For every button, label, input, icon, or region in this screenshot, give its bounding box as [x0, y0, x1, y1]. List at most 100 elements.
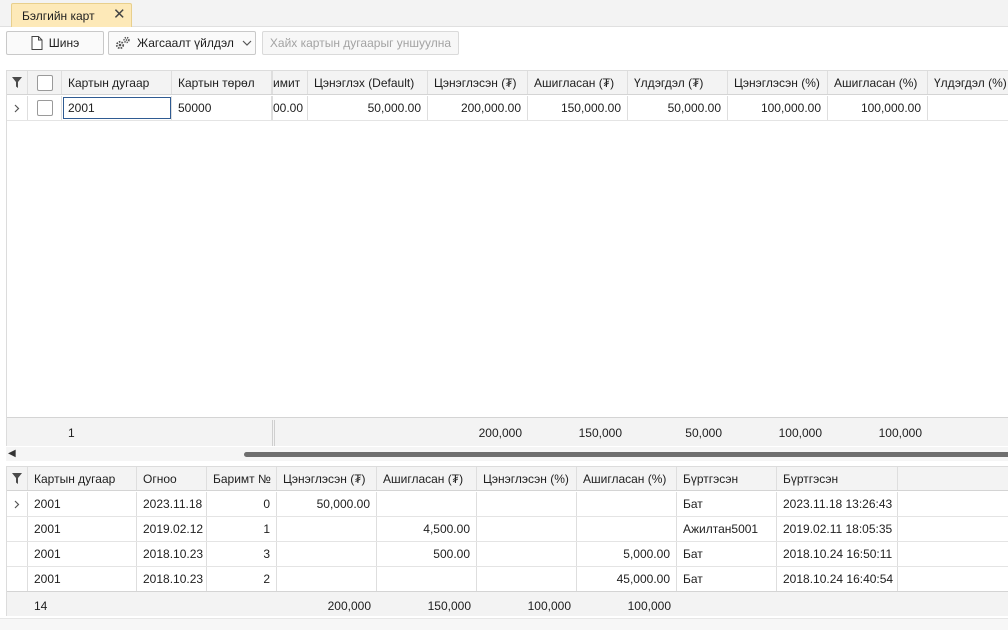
col-used-amount[interactable]: Ашигласан (₮): [528, 71, 628, 94]
gears-icon: [115, 36, 131, 50]
col-card-number[interactable]: Картын дугаар: [28, 467, 137, 490]
cell-charged-amount[interactable]: [277, 542, 377, 566]
cell-charged-pct[interactable]: [477, 542, 577, 566]
col-limit[interactable]: имит: [272, 71, 308, 94]
checkbox-box: [36, 100, 53, 116]
col-balance-amount[interactable]: Үлдэгдэл (₮): [628, 71, 728, 94]
footer-used-pct: 100,000: [878, 425, 922, 440]
cell-used-amount[interactable]: [377, 567, 477, 591]
cell-used-pct[interactable]: 5,000.00: [577, 542, 677, 566]
transactions-grid: Картын дугаар Огноо Баримт № Цэнэглэсэн …: [6, 466, 1008, 616]
cell-charged-pct[interactable]: 100,000.00: [728, 96, 828, 120]
transactions-grid-footer: 14 200,000 150,000 100,000 100,000: [7, 591, 1008, 616]
scan-placeholder: Хайх картын дугаарыг уншуулна: [269, 36, 452, 50]
cell-receipt-no[interactable]: 0: [207, 492, 277, 516]
cell-balance-amount[interactable]: 50,000.00: [628, 96, 728, 120]
col-used-pct[interactable]: Ашигласан (%): [828, 71, 928, 94]
col-used-pct[interactable]: Ашигласан (%): [577, 467, 677, 490]
cell-card-number[interactable]: 2001: [28, 517, 137, 541]
cell-registered-at[interactable]: 2023.11.18 13:26:43: [777, 492, 898, 516]
row-indicator[interactable]: [7, 517, 28, 541]
cell-used-amount[interactable]: 4,500.00: [377, 517, 477, 541]
list-actions-button[interactable]: Жагсаалт үйлдэл: [108, 31, 256, 55]
cell-registered-by[interactable]: Бат: [677, 492, 777, 516]
filter-icon[interactable]: [7, 467, 28, 490]
col-charged-amount[interactable]: Цэнэглэсэн (₮): [428, 71, 528, 94]
col-card-type[interactable]: Картын төрөл: [172, 71, 272, 94]
cell-charged-amount[interactable]: [277, 517, 377, 541]
arrow-left-icon[interactable]: ◀: [8, 448, 16, 459]
col-charge-default[interactable]: Цэнэглэх (Default): [308, 71, 428, 94]
cell-limit[interactable]: 00.00: [272, 96, 308, 120]
col-charged-amount[interactable]: Цэнэглэсэн (₮): [277, 467, 377, 490]
cell-balance-pct[interactable]: [928, 96, 1008, 120]
cards-grid-footer: 1 200,000 150,000 50,000 100,000 100,000: [7, 417, 1008, 446]
cell-used-pct[interactable]: [577, 517, 677, 541]
footer-charged: 200,000: [478, 425, 522, 440]
tab-strip: Бэлгийн карт ✕: [0, 0, 1008, 27]
bottom-scroll-area[interactable]: [0, 618, 1008, 630]
col-used-amount[interactable]: Ашигласан (₮): [377, 467, 477, 490]
footer-charged: 200,000: [327, 598, 371, 613]
cell-receipt-no[interactable]: 1: [207, 517, 277, 541]
cards-grid: Картын дугаар Картын төрөл имит Цэнэглэх…: [6, 70, 1008, 446]
col-charged-pct[interactable]: Цэнэглэсэн (%): [728, 71, 828, 94]
cell-date[interactable]: 2019.02.12: [137, 517, 207, 541]
table-row[interactable]: 2001 2018.10.23 3 500.00 5,000.00 Бат 20…: [7, 542, 1008, 567]
table-row[interactable]: 2001 2019.02.12 1 4,500.00 Ажилтан5001 2…: [7, 517, 1008, 542]
row-checkbox[interactable]: [28, 96, 62, 120]
col-registered-by[interactable]: Бүртгэсэн: [677, 467, 777, 490]
cell-card-number[interactable]: 2001: [28, 542, 137, 566]
col-balance-pct[interactable]: Үлдэгдэл (%): [928, 71, 1008, 94]
cell-receipt-no[interactable]: 3: [207, 542, 277, 566]
cell-charged-amount[interactable]: 50,000.00: [277, 492, 377, 516]
cell-date[interactable]: 2023.11.18: [137, 492, 207, 516]
cell-used-pct[interactable]: [577, 492, 677, 516]
col-receipt-no[interactable]: Баримт №: [207, 467, 277, 490]
cell-charged-pct[interactable]: [477, 567, 577, 591]
cell-charged-pct[interactable]: [477, 492, 577, 516]
cell-card-number[interactable]: 2001: [28, 492, 137, 516]
cell-date[interactable]: 2018.10.23: [137, 567, 207, 591]
cell-registered-by[interactable]: Бат: [677, 567, 777, 591]
row-indicator[interactable]: [7, 567, 28, 591]
cell-used-amount[interactable]: 150,000.00: [528, 96, 628, 120]
row-indicator[interactable]: [7, 542, 28, 566]
cell-registered-at[interactable]: 2019.02.11 18:05:35: [777, 517, 898, 541]
cell-receipt-no[interactable]: 2: [207, 567, 277, 591]
chevron-right-icon[interactable]: [7, 492, 28, 516]
chevron-right-icon[interactable]: [7, 96, 28, 120]
table-row[interactable]: 2001 2018.10.23 2 45,000.00 Бат 2018.10.…: [7, 567, 1008, 592]
cell-used-amount[interactable]: 500.00: [377, 542, 477, 566]
cell-date[interactable]: 2018.10.23: [137, 542, 207, 566]
cell-used-pct[interactable]: 45,000.00: [577, 567, 677, 591]
cell-used-amount[interactable]: [377, 492, 477, 516]
cell-registered-at[interactable]: 2018.10.24 16:50:11: [777, 542, 898, 566]
scrollbar-thumb[interactable]: [244, 452, 1008, 457]
col-registered-at[interactable]: Бүртгэсэн: [777, 467, 898, 490]
cell-card-number[interactable]: 2001: [28, 567, 137, 591]
cell-charge-default[interactable]: 50,000.00: [308, 96, 428, 120]
cell-charged-pct[interactable]: [477, 517, 577, 541]
table-row[interactable]: 2001 2023.11.18 0 50,000.00 Бат 2023.11.…: [7, 492, 1008, 517]
select-all-checkbox[interactable]: [28, 71, 62, 94]
table-row[interactable]: 2001 50000 00.00 50,000.00 200,000.00 15…: [7, 96, 1008, 121]
cell-registered-by[interactable]: Бат: [677, 542, 777, 566]
cell-card-number[interactable]: 2001: [62, 96, 172, 120]
close-icon[interactable]: ✕: [113, 5, 126, 25]
new-button[interactable]: Шинэ: [6, 31, 104, 55]
cell-charged-amount[interactable]: [277, 567, 377, 591]
col-date[interactable]: Огноо: [137, 467, 207, 490]
card-number-scan-input[interactable]: Хайх картын дугаарыг уншуулна: [262, 31, 459, 55]
filter-icon[interactable]: [7, 71, 28, 94]
col-card-number[interactable]: Картын дугаар: [62, 71, 172, 94]
col-charged-pct[interactable]: Цэнэглэсэн (%): [477, 467, 577, 490]
list-actions-label: Жагсаалт үйлдэл: [137, 36, 234, 50]
tab-gift-card[interactable]: Бэлгийн карт ✕: [11, 3, 132, 27]
cell-used-pct[interactable]: 100,000.00: [828, 96, 928, 120]
horizontal-scrollbar[interactable]: ◀: [6, 447, 1008, 461]
cell-card-type[interactable]: 50000: [172, 96, 272, 120]
cell-registered-by[interactable]: Ажилтан5001: [677, 517, 777, 541]
cell-charged-amount[interactable]: 200,000.00: [428, 96, 528, 120]
cell-registered-at[interactable]: 2018.10.24 16:40:54: [777, 567, 898, 591]
